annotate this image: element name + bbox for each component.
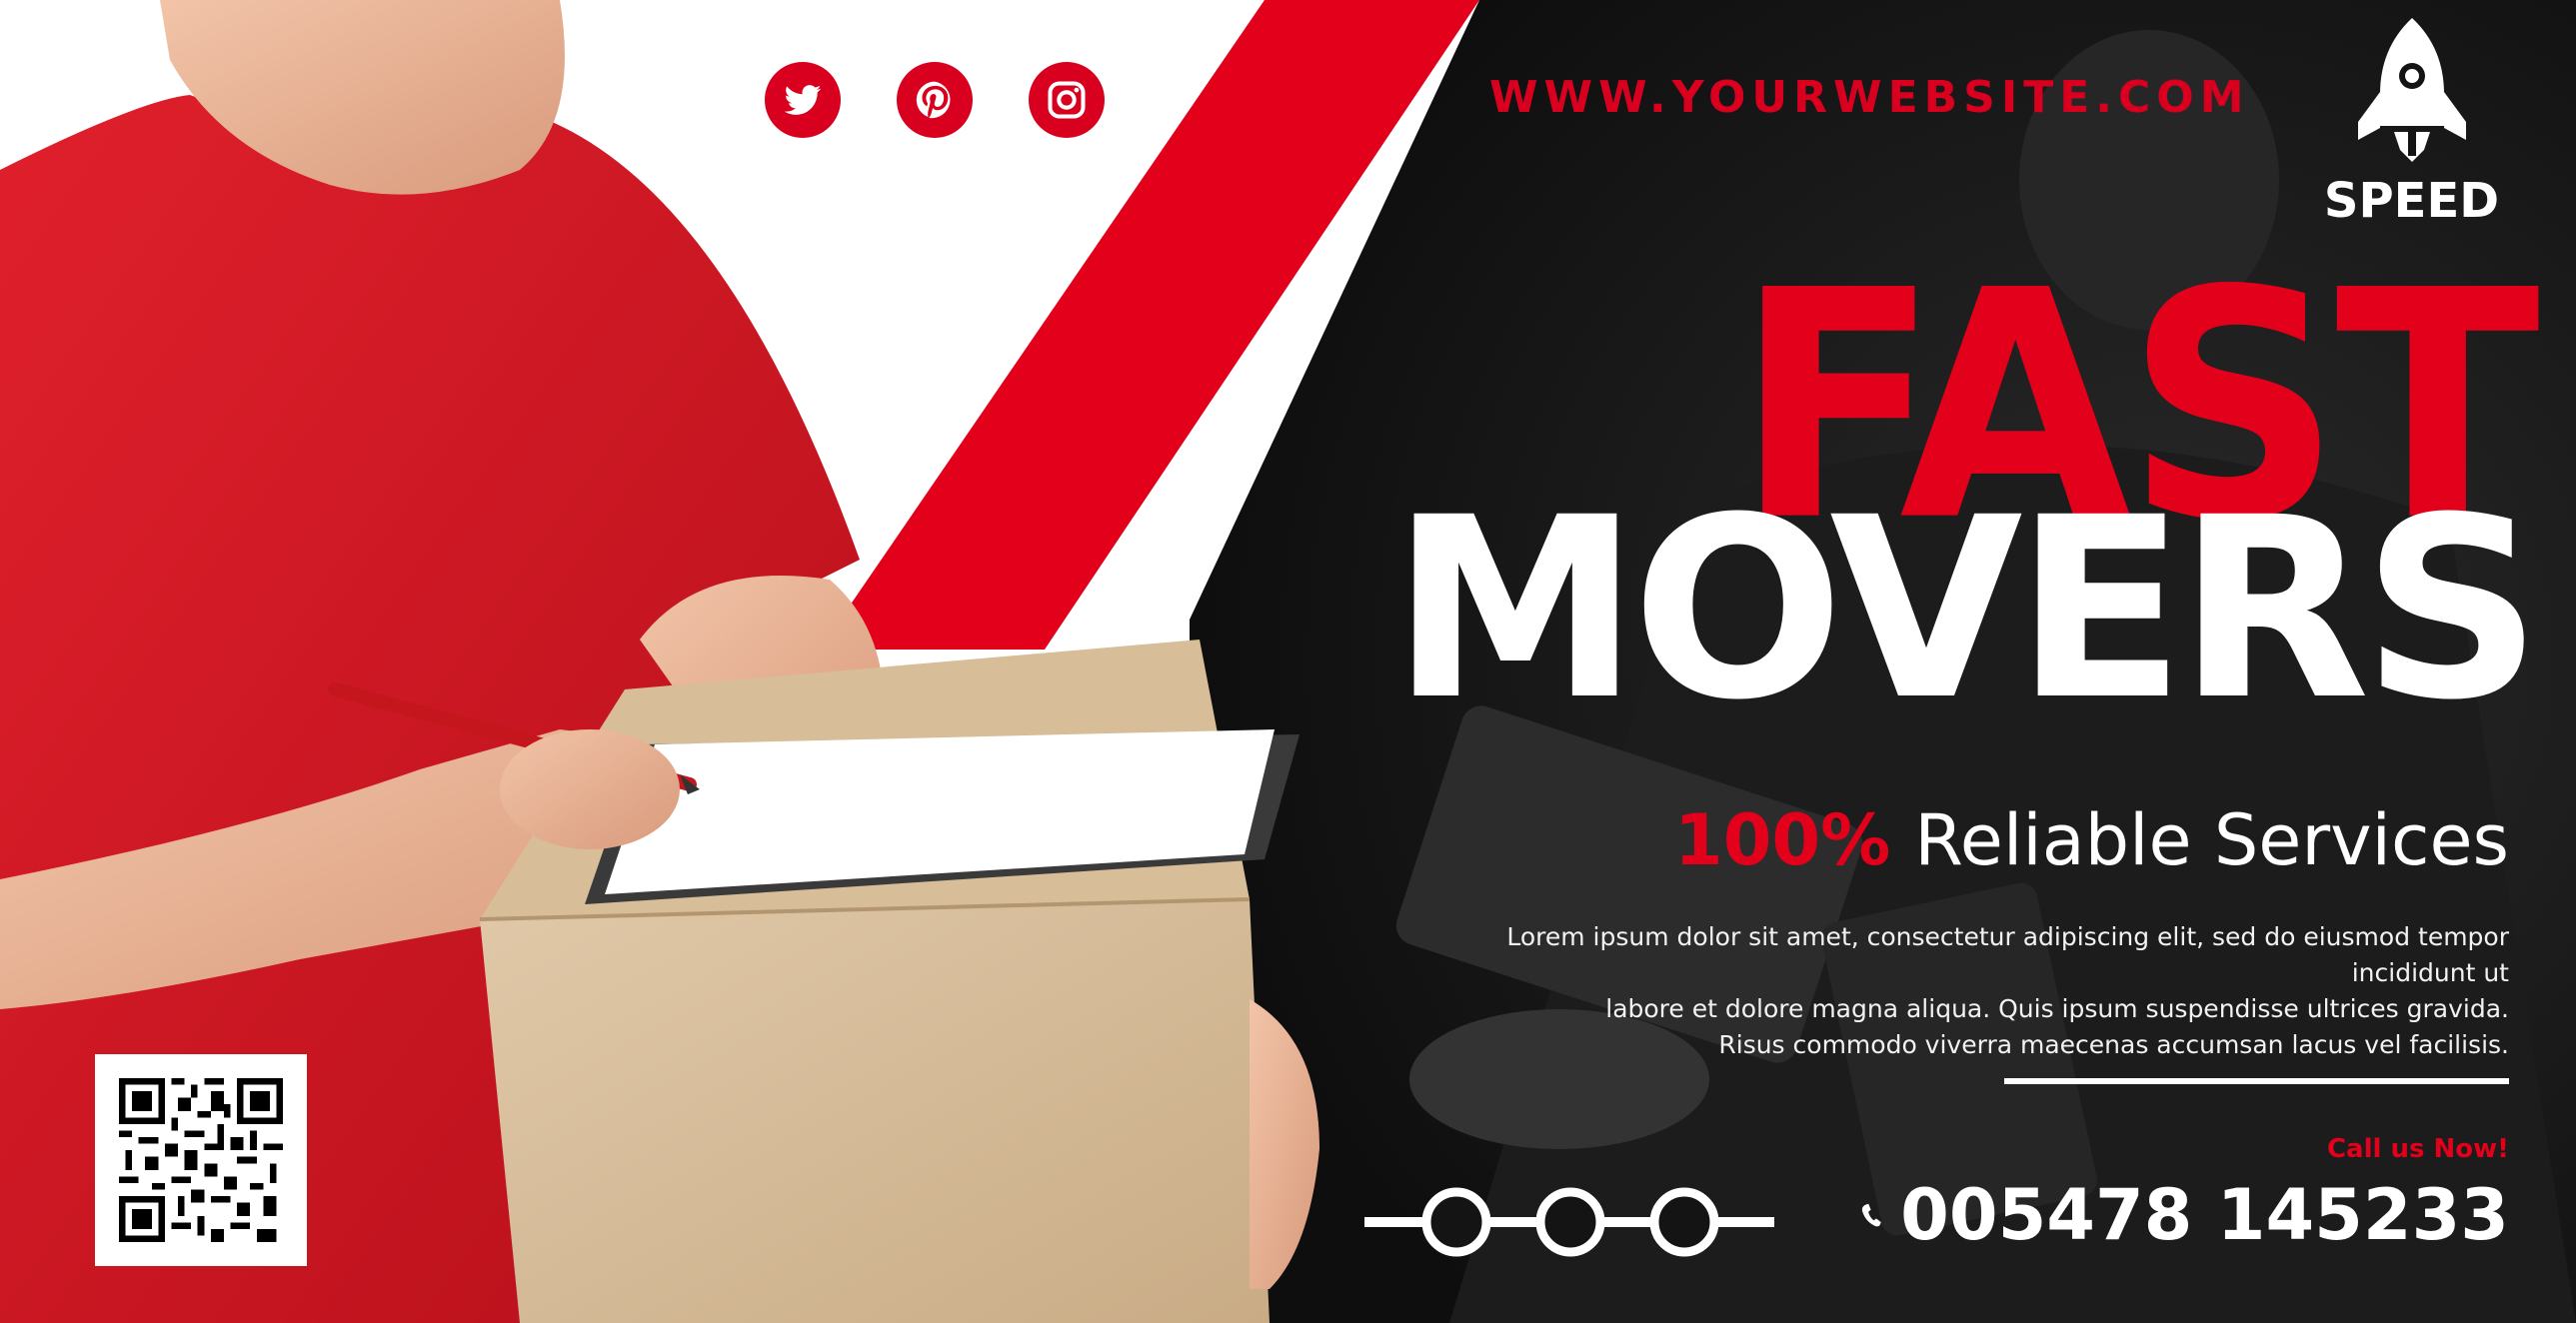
- instagram-icon[interactable]: [1029, 62, 1105, 138]
- headline-movers: MOVERS: [1390, 464, 2542, 754]
- twitter-icon[interactable]: [765, 62, 841, 138]
- qr-code-icon: [119, 1078, 283, 1242]
- tagline-text: Reliable Services: [1914, 799, 2509, 881]
- qr-code[interactable]: [95, 1054, 307, 1266]
- social-icons: [765, 62, 1105, 138]
- website-url[interactable]: WWW.YOURWEBSITE.COM: [1489, 72, 2244, 123]
- call-label: Call us Now!: [2326, 1134, 2509, 1164]
- body-line-1: Lorem ipsum dolor sit amet, consectetur …: [1506, 922, 2509, 987]
- body-text: Lorem ipsum dolor sit amet, consectetur …: [1379, 919, 2509, 1063]
- body-line-3: Risus commodo viverra maecenas accumsan …: [1718, 1030, 2509, 1059]
- decorative-circles: [1364, 1187, 1774, 1257]
- tagline-percent: 100%: [1674, 799, 1891, 881]
- tagline: 100% Reliable Services: [1559, 799, 2509, 881]
- rocket-icon: [2357, 18, 2466, 162]
- phone-contact[interactable]: 005478 145233: [1859, 1174, 2509, 1256]
- pinterest-icon[interactable]: [897, 62, 973, 138]
- speed-label: SPEED: [2323, 173, 2500, 229]
- banner: WWW.YOURWEBSITE.COM SPEED FAST MOVERS 10…: [0, 0, 2576, 1323]
- divider: [2004, 1078, 2509, 1084]
- body-line-2: labore et dolore magna aliqua. Quis ipsu…: [1605, 994, 2509, 1023]
- speed-badge: SPEED: [2319, 14, 2504, 229]
- phone-number: 005478 145233: [1900, 1174, 2509, 1256]
- phone-icon: [1861, 1203, 1881, 1227]
